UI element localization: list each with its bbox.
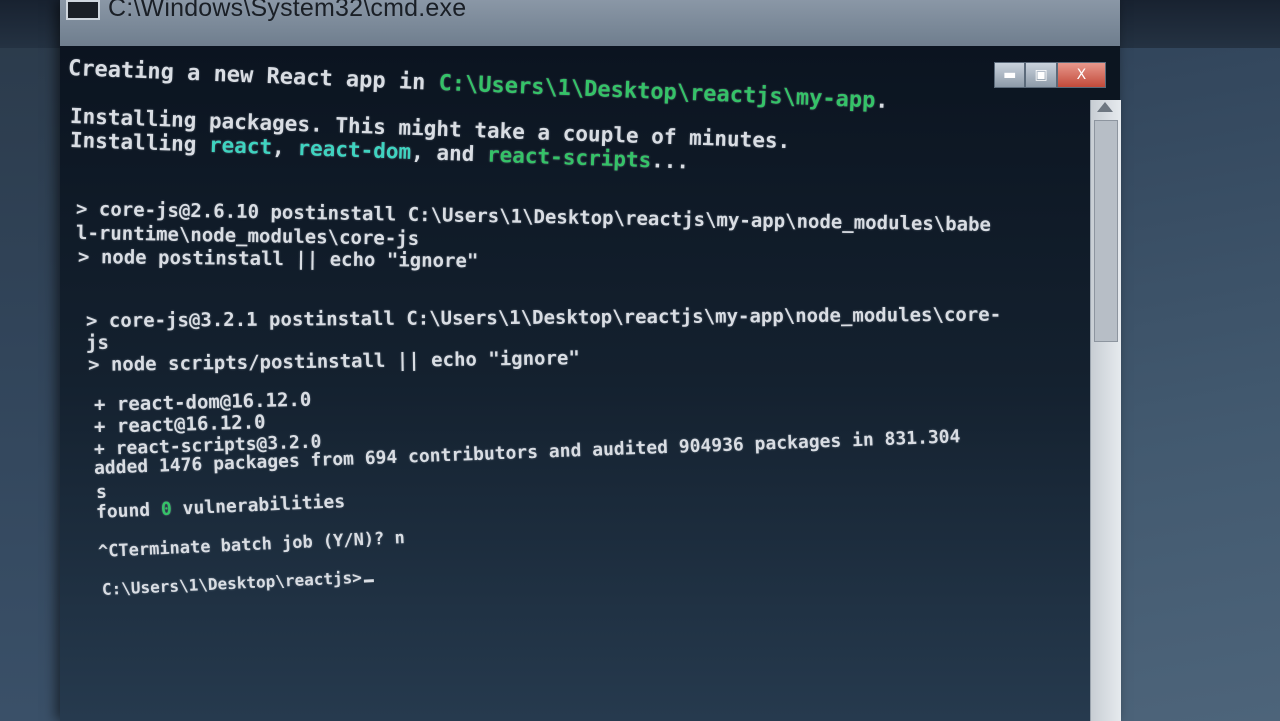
console-prompt[interactable]: C:\Users\1\Desktop\reactjs>: [102, 567, 375, 599]
console-line: Creating a new React app in C:\Users\1\D…: [67, 56, 890, 114]
minimize-button[interactable]: ▬: [994, 62, 1026, 88]
maximize-button[interactable]: ▣: [1025, 62, 1057, 88]
console-line: > node postinstall || echo "ignore": [77, 246, 479, 273]
vertical-scrollbar[interactable]: [1090, 100, 1121, 721]
cmd-icon: [66, 0, 100, 20]
console-line: + react-dom@16.12.0: [93, 388, 312, 416]
window-title: C:\Windows\System32\cmd.exe: [108, 0, 467, 22]
console-output[interactable]: Creating a new React app in C:\Users\1\D…: [60, 46, 1090, 721]
console-line: found 0 vulnerabilities: [95, 491, 346, 523]
console-line: js: [85, 331, 109, 354]
desktop: C:\Windows\System32\cmd.exe Creating a n…: [0, 0, 1280, 721]
scroll-thumb[interactable]: [1094, 120, 1118, 342]
console-line: > core-js@3.2.1 postinstall C:\Users\1\D…: [85, 303, 1002, 332]
console-line: ^CTerminate batch job (Y/N)? n: [97, 528, 406, 562]
close-button[interactable]: X: [1056, 62, 1106, 88]
scroll-up-icon[interactable]: [1097, 102, 1113, 112]
window-controls: ▬ ▣ X: [994, 62, 1106, 88]
text-cursor: [363, 579, 375, 583]
title-bar[interactable]: C:\Windows\System32\cmd.exe: [60, 0, 1120, 46]
console-line: > node scripts/postinstall || echo "igno…: [87, 347, 580, 376]
cmd-window: C:\Windows\System32\cmd.exe Creating a n…: [60, 0, 1121, 721]
console-line: s: [95, 481, 108, 503]
